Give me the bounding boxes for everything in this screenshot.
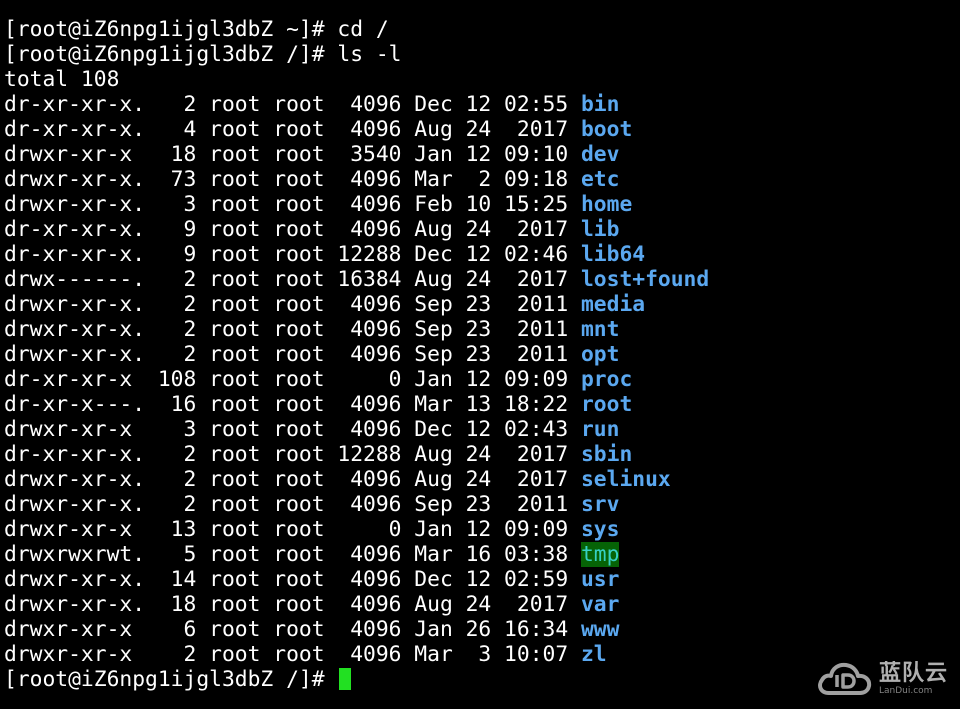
entry-meta: drwxr-xr-x. 2 root root 4096 Sep 23 2011 [4, 342, 581, 367]
dir-listing-row: drwxr-xr-x 2 root root 4096 Mar 3 10:07 … [4, 642, 956, 667]
text-cursor[interactable] [339, 668, 352, 690]
entry-meta: drwxr-xr-x. 14 root root 4096 Dec 12 02:… [4, 567, 581, 592]
dir-listing-row: drwxr-xr-x 3 root root 4096 Dec 12 02:43… [4, 417, 956, 442]
watermark-name: 蓝队云 [878, 660, 948, 686]
active-prompt-line: [root@iZ6npg1ijgl3dbZ /]# [4, 667, 956, 692]
entry-meta: drwxr-xr-x 3 root root 4096 Dec 12 02:43 [4, 417, 581, 442]
directory-name: boot [580, 117, 633, 142]
entry-meta: drwxr-xr-x. 2 root root 4096 Aug 24 2017 [4, 467, 581, 492]
entry-meta: dr-xr-xr-x. 9 root root 12288 Dec 12 02:… [4, 242, 581, 267]
dir-listing-row: drwxr-xr-x 18 root root 3540 Jan 12 09:1… [4, 142, 956, 167]
output-text: total 108 [4, 67, 120, 92]
watermark: 蓝队云 LanDui.com [815, 659, 948, 699]
directory-name: run [580, 417, 620, 442]
directory-name: etc [580, 167, 620, 192]
entry-meta: drwxr-xr-x. 2 root root 4096 Sep 23 2011 [4, 292, 581, 317]
directory-name: lib64 [580, 242, 646, 267]
directory-name: lost+found [580, 267, 710, 292]
dir-listing-row: drwxr-xr-x. 2 root root 4096 Aug 24 2017… [4, 467, 956, 492]
dir-listing-row: drwxr-xr-x. 18 root root 4096 Aug 24 201… [4, 592, 956, 617]
dir-listing-row: dr-xr-xr-x 108 root root 0 Jan 12 09:09 … [4, 367, 956, 392]
dir-listing-row: dr-xr-xr-x. 2 root root 12288 Aug 24 201… [4, 442, 956, 467]
entry-meta: dr-xr-xr-x. 2 root root 4096 Dec 12 02:5… [4, 92, 581, 117]
dir-listing-row: drwxr-xr-x. 2 root root 4096 Sep 23 2011… [4, 317, 956, 342]
entry-meta: dr-xr-xr-x. 2 root root 12288 Aug 24 201… [4, 442, 581, 467]
entry-meta: drwxr-xr-x. 18 root root 4096 Aug 24 201… [4, 592, 581, 617]
entry-meta: drwxr-xr-x. 3 root root 4096 Feb 10 15:2… [4, 192, 581, 217]
directory-name: bin [580, 92, 620, 117]
cloud-icon [818, 662, 872, 695]
command-line: [root@iZ6npg1ijgl3dbZ ~]# cd / [4, 17, 956, 42]
command-text: ls -l [337, 42, 402, 67]
entry-meta: drwxrwxrwt. 5 root root 4096 Mar 16 03:3… [4, 542, 581, 567]
directory-name: sbin [580, 442, 633, 467]
directory-name: www [580, 617, 620, 642]
dir-listing-row: drwxr-xr-x. 2 root root 4096 Sep 23 2011… [4, 292, 956, 317]
entry-meta: drwxr-xr-x 2 root root 4096 Mar 3 10:07 [4, 642, 581, 667]
directory-name: var [580, 592, 620, 617]
shell-prompt: [root@iZ6npg1ijgl3dbZ /]# [4, 42, 338, 67]
command-text: cd / [337, 17, 389, 42]
directory-name: root [580, 392, 633, 417]
dir-listing-row: drwxr-xr-x 6 root root 4096 Jan 26 16:34… [4, 617, 956, 642]
directory-name: media [580, 292, 646, 317]
entry-meta: dr-xr-xr-x. 4 root root 4096 Aug 24 2017 [4, 117, 581, 142]
terminal-output[interactable]: [root@iZ6npg1ijgl3dbZ ~]# cd / [root@iZ6n… [4, 17, 956, 692]
directory-name: proc [580, 367, 633, 392]
dir-listing-row: drwxrwxrwt. 5 root root 4096 Mar 16 03:3… [4, 542, 956, 567]
dir-listing-row: drwxr-xr-x 13 root root 0 Jan 12 09:09 s… [4, 517, 956, 542]
dir-listing-row: dr-xr-xr-x. 4 root root 4096 Aug 24 2017… [4, 117, 956, 142]
dir-listing-row: drwxr-xr-x. 3 root root 4096 Feb 10 15:2… [4, 192, 956, 217]
directory-name: zl [580, 642, 607, 667]
dir-listing-row: drwxr-xr-x. 2 root root 4096 Sep 23 2011… [4, 492, 956, 517]
entry-meta: drwxr-xr-x 6 root root 4096 Jan 26 16:34 [4, 617, 581, 642]
directory-name: lib [580, 217, 620, 242]
entry-meta: drwxr-xr-x 13 root root 0 Jan 12 09:09 [4, 517, 581, 542]
directory-name: usr [580, 567, 620, 592]
entry-meta: dr-xr-xr-x 108 root root 0 Jan 12 09:09 [4, 367, 581, 392]
entry-meta: drwxr-xr-x. 2 root root 4096 Sep 23 2011 [4, 317, 581, 342]
directory-name: dev [580, 142, 620, 167]
shell-prompt: [root@iZ6npg1ijgl3dbZ ~]# [4, 17, 338, 42]
entry-meta: drwxr-xr-x. 2 root root 4096 Sep 23 2011 [4, 492, 581, 517]
entry-meta: drwx------. 2 root root 16384 Aug 24 201… [4, 267, 581, 292]
directory-name: srv [580, 492, 620, 517]
entry-meta: dr-xr-x---. 16 root root 4096 Mar 13 18:… [4, 392, 581, 417]
dir-listing-row: drwxr-xr-x. 14 root root 4096 Dec 12 02:… [4, 567, 956, 592]
entry-meta: drwxr-xr-x. 73 root root 4096 Mar 2 09:1… [4, 167, 581, 192]
dir-listing-row: drwxr-xr-x. 2 root root 4096 Sep 23 2011… [4, 342, 956, 367]
dir-listing-row: dr-xr-xr-x. 2 root root 4096 Dec 12 02:5… [4, 92, 956, 117]
dir-listing-row: dr-xr-x---. 16 root root 4096 Mar 13 18:… [4, 392, 956, 417]
directory-name: opt [580, 342, 620, 367]
watermark-url: LanDui.com [878, 685, 933, 696]
command-line: [root@iZ6npg1ijgl3dbZ /]# ls -l [4, 42, 956, 67]
directory-name: selinux [580, 467, 671, 492]
entry-meta: drwxr-xr-x 18 root root 3540 Jan 12 09:1… [4, 142, 581, 167]
entry-meta: dr-xr-xr-x. 9 root root 4096 Aug 24 2017 [4, 217, 581, 242]
directory-name: home [580, 192, 633, 217]
directory-name: mnt [580, 317, 620, 342]
directory-name: tmp [580, 542, 620, 567]
dir-listing-row: dr-xr-xr-x. 9 root root 4096 Aug 24 2017… [4, 217, 956, 242]
dir-listing-row: drwx------. 2 root root 16384 Aug 24 201… [4, 267, 956, 292]
dir-listing-row: drwxr-xr-x. 73 root root 4096 Mar 2 09:1… [4, 167, 956, 192]
shell-prompt: [root@iZ6npg1ijgl3dbZ /]# [4, 667, 338, 692]
dir-listing-row: dr-xr-xr-x. 9 root root 12288 Dec 12 02:… [4, 242, 956, 267]
directory-name: sys [580, 517, 620, 542]
